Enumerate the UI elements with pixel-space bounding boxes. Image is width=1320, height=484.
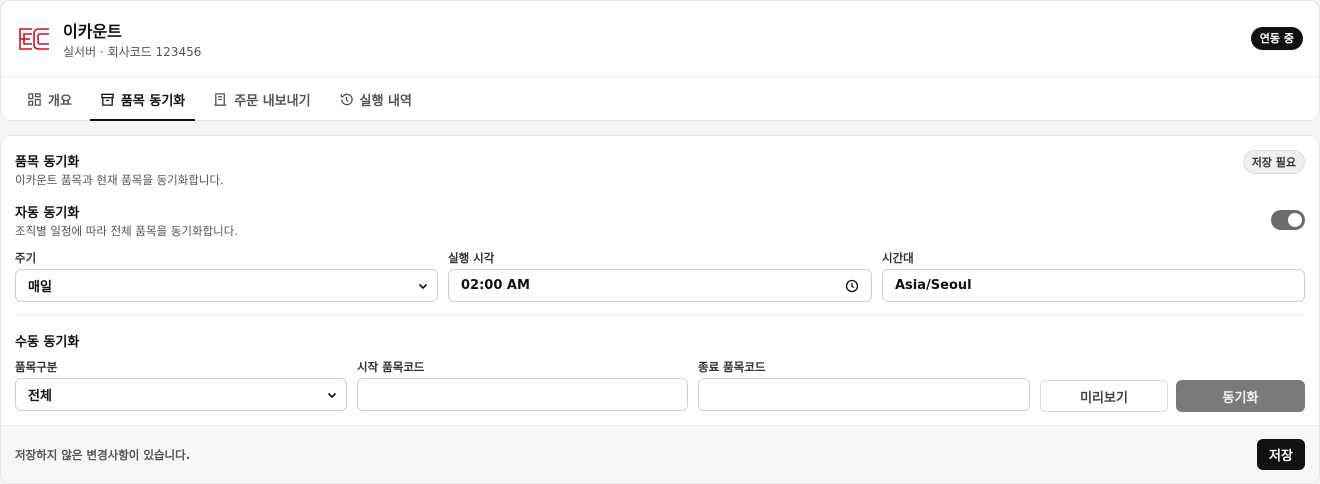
timezone-label: 시간대 <box>882 251 914 265</box>
tab-item-sync[interactable]: 품목 동기화 <box>89 77 196 121</box>
period-label: 주기 <box>15 251 37 265</box>
item-sync-description: 이카운트 품목과 현재 품목을 동기화합니다. <box>15 173 224 187</box>
section-divider <box>15 315 1305 316</box>
run-time-value: 02:00 AM <box>461 278 530 293</box>
clock-icon <box>845 279 859 293</box>
tab-label: 개요 <box>48 93 72 109</box>
run-time-label: 실행 시각 <box>448 251 495 265</box>
timezone-value: Asia/Seoul <box>895 278 972 293</box>
item-sync-title: 품목 동기화 <box>15 155 80 170</box>
app-title: 이카운트 <box>63 22 122 41</box>
tab-label: 실행 내역 <box>359 93 412 109</box>
grid-icon <box>28 92 41 106</box>
auto-sync-toggle[interactable] <box>1271 210 1305 230</box>
run-time-input[interactable]: 02:00 AM <box>448 269 872 302</box>
end-code-label: 종료 품목코드 <box>698 360 766 374</box>
item-sync-panel: 품목 동기화 이카운트 품목과 현재 품목을 동기화합니다. 저장 필요 자동 … <box>0 135 1320 484</box>
category-value: 전체 <box>28 389 52 404</box>
period-value: 매일 <box>28 280 52 295</box>
chevron-down-icon <box>418 283 428 290</box>
tab-label: 주문 내보내기 <box>234 93 311 109</box>
end-code-input[interactable] <box>698 378 1030 411</box>
history-icon <box>340 93 353 105</box>
unsaved-changes-bar: 저장하지 않은 변경사항이 있습니다. 저장 <box>1 425 1319 483</box>
manual-sync-title: 수동 동기화 <box>15 335 80 350</box>
unsaved-changes-message: 저장하지 않은 변경사항이 있습니다. <box>15 448 191 462</box>
tab-run-history[interactable]: 실행 내역 <box>329 77 422 121</box>
start-code-label: 시작 품목코드 <box>357 360 425 374</box>
sync-button[interactable]: 동기화 <box>1176 380 1305 412</box>
receipt-icon <box>214 92 227 106</box>
chevron-down-icon <box>327 392 337 399</box>
connection-status-badge: 연동 중 <box>1250 27 1303 50</box>
start-code-input[interactable] <box>357 378 688 411</box>
category-label: 품목구분 <box>15 360 58 374</box>
tab-bar: 개요 품목 동기화 주문 내보내기 실행 내역 <box>17 77 430 121</box>
save-required-badge: 저장 필요 <box>1242 150 1305 174</box>
auto-sync-title: 자동 동기화 <box>15 206 80 221</box>
save-button[interactable]: 저장 <box>1257 439 1305 470</box>
archive-box-icon <box>101 93 114 106</box>
ecount-logo <box>19 28 49 50</box>
app-subtitle: 실서버 · 회사코드 123456 <box>63 45 202 59</box>
app-header: 이카운트 실서버 · 회사코드 123456 연동 중 <box>17 15 1303 63</box>
tab-overview[interactable]: 개요 <box>17 77 82 121</box>
auto-sync-description: 조직별 일정에 따라 전체 품목을 동기화합니다. <box>15 224 238 238</box>
preview-button[interactable]: 미리보기 <box>1040 380 1168 412</box>
tab-order-export[interactable]: 주문 내보내기 <box>203 77 320 121</box>
timezone-input[interactable]: Asia/Seoul <box>882 269 1305 302</box>
toggle-knob <box>1288 213 1302 227</box>
app-header-card: 이카운트 실서버 · 회사코드 123456 연동 중 개요 품목 동기화 주문… <box>0 0 1320 121</box>
tab-label: 품목 동기화 <box>120 93 186 109</box>
category-select[interactable]: 전체 <box>15 378 347 411</box>
period-select[interactable]: 매일 <box>15 269 438 302</box>
